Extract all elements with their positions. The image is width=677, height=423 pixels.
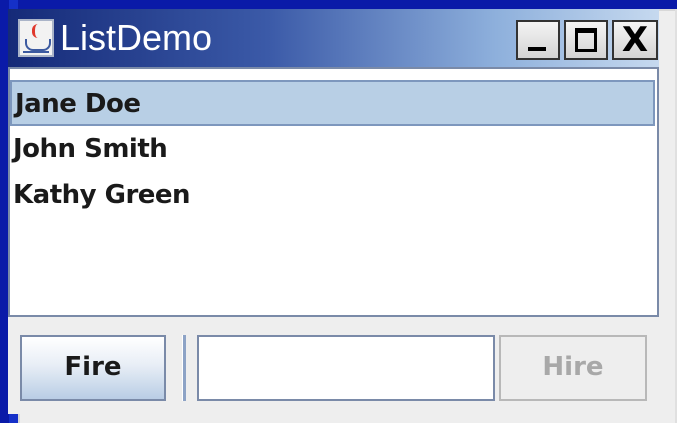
separator bbox=[182, 335, 186, 401]
hire-button[interactable]: Hire bbox=[499, 335, 647, 401]
minimize-icon bbox=[528, 47, 546, 51]
maximize-button[interactable] bbox=[564, 20, 608, 60]
list-item-jane-doe[interactable]: Jane Doe bbox=[10, 80, 655, 126]
close-icon: X bbox=[621, 20, 649, 60]
list-item-john-smith[interactable]: John Smith bbox=[10, 127, 655, 173]
fire-button[interactable]: Fire bbox=[20, 335, 166, 401]
employee-name-field[interactable] bbox=[197, 335, 495, 401]
maximize-icon bbox=[575, 28, 597, 52]
window-title: ListDemo bbox=[60, 17, 213, 58]
name-list[interactable]: Jane Doe John Smith Kathy Green bbox=[8, 67, 659, 317]
close-button[interactable]: X bbox=[612, 20, 658, 60]
minimize-button[interactable] bbox=[516, 20, 560, 60]
button-panel: Fire Hire bbox=[8, 317, 659, 414]
title-bar[interactable]: ListDemo X bbox=[8, 9, 659, 67]
list-item-kathy-green[interactable]: Kathy Green bbox=[10, 173, 655, 219]
java-cup-icon[interactable] bbox=[18, 19, 54, 57]
